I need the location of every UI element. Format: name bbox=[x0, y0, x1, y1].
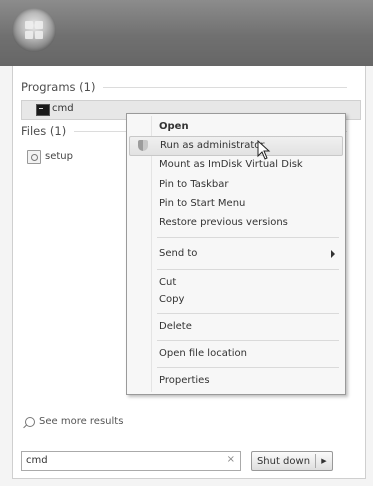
menu-item-pin-taskbar[interactable]: Pin to Taskbar bbox=[129, 176, 343, 194]
context-menu: Open Run as administrator Mount as ImDis… bbox=[126, 113, 346, 395]
menu-item-restore-versions[interactable]: Restore previous versions bbox=[129, 214, 343, 232]
menu-separator bbox=[157, 367, 339, 368]
menu-item-label: Mount as ImDisk Virtual Disk bbox=[159, 159, 303, 170]
setup-icon bbox=[27, 150, 41, 164]
submenu-arrow-icon bbox=[331, 250, 335, 258]
menu-item-label: Delete bbox=[159, 321, 192, 332]
search-icon bbox=[25, 416, 35, 427]
menu-item-open[interactable]: Open bbox=[129, 118, 343, 136]
menu-item-properties[interactable]: Properties bbox=[129, 372, 343, 390]
mouse-cursor-icon bbox=[257, 140, 271, 160]
programs-header-label: Programs (1) bbox=[21, 80, 96, 94]
menu-item-open-file-location[interactable]: Open file location bbox=[129, 345, 343, 363]
start-orb-button[interactable] bbox=[12, 8, 56, 52]
menu-item-label: Open file location bbox=[159, 348, 247, 359]
cmd-icon bbox=[36, 104, 50, 116]
file-result-label: setup bbox=[45, 151, 73, 162]
start-menu-header bbox=[0, 0, 373, 66]
menu-item-label: Open bbox=[159, 121, 189, 132]
menu-item-label: Send to bbox=[159, 248, 198, 259]
menu-item-mount-imdisk[interactable]: Mount as ImDisk Virtual Disk bbox=[129, 156, 343, 174]
menu-separator bbox=[157, 313, 339, 314]
divider bbox=[103, 86, 347, 88]
files-header-label: Files (1) bbox=[21, 124, 67, 138]
shutdown-button-group: Shut down ▶ bbox=[251, 451, 333, 471]
menu-item-label: Pin to Start Menu bbox=[159, 198, 246, 209]
menu-item-delete[interactable]: Delete bbox=[129, 318, 343, 336]
menu-item-copy[interactable]: Copy bbox=[129, 291, 343, 309]
menu-item-send-to[interactable]: Send to bbox=[129, 245, 343, 263]
clear-search-icon[interactable]: × bbox=[227, 454, 235, 465]
menu-item-label: Copy bbox=[159, 294, 185, 305]
shutdown-button[interactable]: Shut down bbox=[252, 452, 315, 470]
see-more-results-link[interactable]: See more results bbox=[25, 416, 123, 427]
menu-separator bbox=[157, 269, 339, 270]
menu-item-run-as-administrator[interactable]: Run as administrator bbox=[129, 136, 343, 156]
shutdown-options-arrow-icon[interactable]: ▶ bbox=[316, 452, 332, 470]
menu-item-label: Restore previous versions bbox=[159, 217, 288, 228]
menu-separator bbox=[157, 340, 339, 341]
menu-item-label: Properties bbox=[159, 375, 210, 386]
search-input[interactable] bbox=[26, 453, 216, 467]
menu-item-cut[interactable]: Cut bbox=[129, 274, 343, 292]
programs-section-header: Programs (1) bbox=[21, 80, 347, 94]
program-result-label: cmd bbox=[52, 103, 74, 114]
windows-logo-icon bbox=[25, 21, 43, 39]
menu-separator bbox=[157, 237, 339, 238]
menu-item-label: Cut bbox=[159, 277, 177, 288]
menu-item-pin-start[interactable]: Pin to Start Menu bbox=[129, 195, 343, 213]
see-more-label: See more results bbox=[39, 416, 124, 427]
menu-item-label: Run as administrator bbox=[160, 140, 265, 151]
search-box[interactable]: × bbox=[21, 451, 241, 471]
uac-shield-icon bbox=[138, 140, 148, 151]
file-result-setup[interactable]: setup bbox=[21, 148, 121, 166]
menu-item-label: Pin to Taskbar bbox=[159, 179, 229, 190]
